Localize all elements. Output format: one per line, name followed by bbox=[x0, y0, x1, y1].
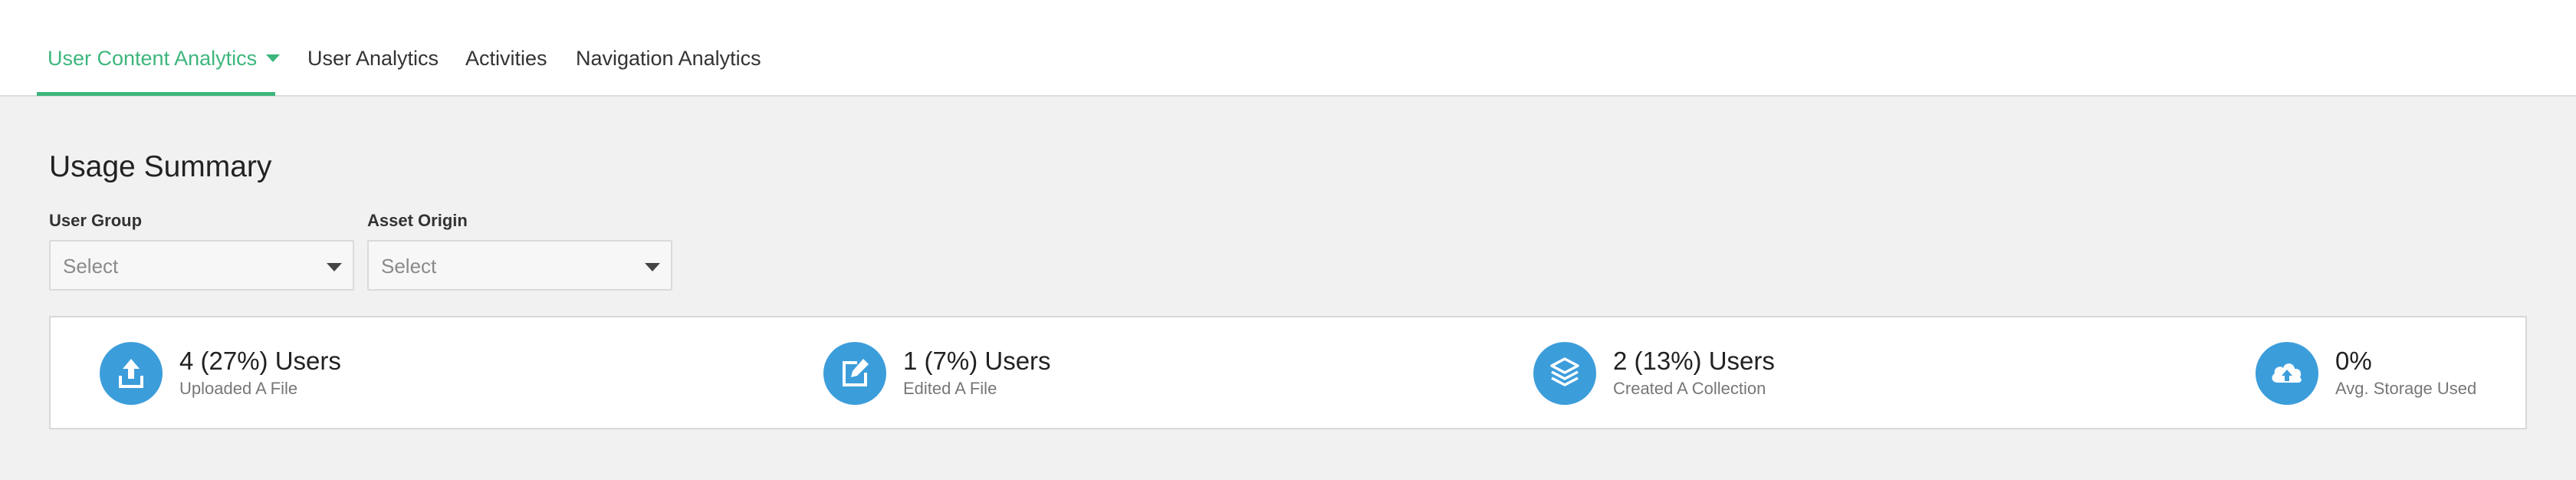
tab-label: Activities bbox=[465, 47, 547, 70]
tab-user-content-analytics[interactable]: User Content Analytics bbox=[48, 43, 281, 74]
tab-label: Navigation Analytics bbox=[576, 47, 761, 70]
stat-value: 1 (7%) Users bbox=[903, 347, 1051, 375]
top-navigation: User Content Analytics User Analytics Ac… bbox=[0, 0, 2576, 97]
select-placeholder: Select bbox=[381, 255, 437, 278]
stat-label: Edited A File bbox=[903, 379, 997, 398]
usage-stats-panel: 4 (27%) Users Uploaded A File 1 (7%) Use… bbox=[49, 316, 2527, 429]
user-group-select[interactable]: Select bbox=[49, 240, 354, 291]
stat-label: Uploaded A File bbox=[179, 379, 298, 398]
stat-label: Avg. Storage Used bbox=[2335, 379, 2477, 398]
upload-icon bbox=[100, 342, 163, 405]
page-title: Usage Summary bbox=[49, 150, 272, 183]
active-tab-indicator bbox=[37, 92, 275, 96]
stat-value: 0% bbox=[2335, 347, 2372, 375]
select-placeholder: Select bbox=[63, 255, 119, 278]
cloud-upload-icon bbox=[2256, 342, 2318, 405]
tab-activities[interactable]: Activities bbox=[465, 43, 547, 74]
layers-icon bbox=[1533, 342, 1596, 405]
chevron-down-icon bbox=[266, 54, 281, 62]
tab-label: User Content Analytics bbox=[48, 47, 258, 70]
tab-label: User Analytics bbox=[307, 47, 439, 70]
asset-origin-label: Asset Origin bbox=[367, 211, 468, 230]
chevron-down-icon bbox=[645, 263, 660, 271]
tab-user-analytics[interactable]: User Analytics bbox=[307, 43, 439, 74]
stat-label: Created A Collection bbox=[1613, 379, 1766, 398]
chevron-down-icon bbox=[327, 263, 342, 271]
tab-navigation-analytics[interactable]: Navigation Analytics bbox=[576, 43, 761, 74]
user-group-label: User Group bbox=[49, 211, 143, 230]
asset-origin-select[interactable]: Select bbox=[367, 240, 672, 291]
edit-icon bbox=[823, 342, 886, 405]
stat-value: 2 (13%) Users bbox=[1613, 347, 1775, 375]
stat-value: 4 (27%) Users bbox=[179, 347, 341, 375]
